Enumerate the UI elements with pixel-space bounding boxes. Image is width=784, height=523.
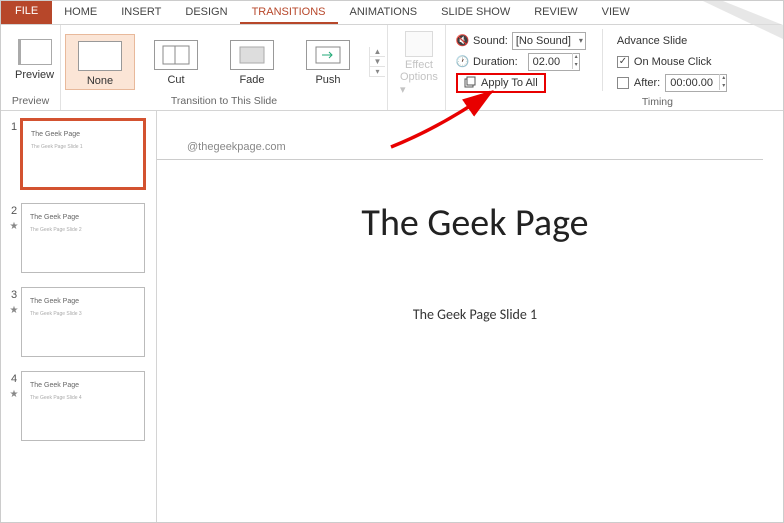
group-label-preview: Preview — [1, 95, 60, 110]
tab-bar: FILE HOME INSERT DESIGN TRANSITIONS ANIM… — [1, 1, 783, 25]
slide-thumbnail-2[interactable]: The Geek Page The Geek Page Slide 2 — [21, 203, 145, 273]
effect-options-label2: Options ▾ — [400, 71, 438, 96]
after-checkbox[interactable] — [617, 77, 629, 89]
star-icon: ★ — [10, 389, 19, 400]
effect-options-icon — [405, 31, 433, 57]
workspace: 1 The Geek Page The Geek Page Slide 1 2 ★… — [1, 111, 783, 522]
tab-slide-show[interactable]: SLIDE SHOW — [429, 1, 522, 24]
thumb-number: 3 — [11, 289, 17, 301]
expand-icon: ▾ — [370, 67, 385, 77]
thumb-title: The Geek Page — [30, 382, 136, 389]
transition-push-label: Push — [315, 74, 340, 86]
group-label-transitions: Transition to This Slide — [61, 95, 387, 110]
thumb-sub: The Geek Page Slide 4 — [30, 395, 136, 401]
thumb-sub: The Geek Page Slide 3 — [30, 311, 136, 317]
slide-thumbnail-1[interactable]: The Geek Page The Geek Page Slide 1 — [21, 119, 145, 189]
preview-label: Preview — [15, 69, 54, 81]
thumb-number: 1 — [11, 121, 17, 133]
transition-fade-label: Fade — [239, 74, 264, 86]
preview-icon — [18, 39, 52, 65]
apply-to-all-button[interactable]: Apply To All — [456, 73, 546, 93]
watermark-text: @thegeekpage.com — [187, 141, 763, 153]
ribbon: Preview Preview None Cut Fade Push — [1, 25, 783, 111]
star-icon: ★ — [10, 221, 19, 232]
thumb-title: The Geek Page — [30, 298, 136, 305]
scroll-up-icon: ▲ — [370, 47, 385, 57]
tab-transitions[interactable]: TRANSITIONS — [240, 1, 338, 24]
duration-spinner[interactable]: 02.00 — [528, 53, 580, 71]
duration-label: Duration: — [473, 56, 518, 68]
transition-none-icon — [78, 41, 122, 71]
effect-options-label1: Effect — [405, 59, 433, 71]
tab-view[interactable]: VIEW — [590, 1, 642, 24]
transition-push[interactable]: Push — [293, 34, 363, 90]
tab-animations[interactable]: ANIMATIONS — [338, 1, 430, 24]
mouse-click-label: On Mouse Click — [634, 56, 712, 68]
thumb-title: The Geek Page — [30, 214, 136, 221]
transition-cut-label: Cut — [167, 74, 184, 86]
transition-cut-icon — [154, 40, 198, 70]
star-icon: ★ — [10, 305, 19, 316]
slide-thumbnail-3[interactable]: The Geek Page The Geek Page Slide 3 — [21, 287, 145, 357]
transition-none-label: None — [87, 75, 113, 87]
scroll-down-icon: ▼ — [370, 57, 385, 67]
transition-fade[interactable]: Fade — [217, 34, 287, 90]
apply-to-all-label: Apply To All — [481, 77, 538, 89]
slide-title[interactable]: The Geek Page — [187, 200, 763, 246]
apply-to-all-icon — [464, 76, 477, 89]
thumb-number: 2 — [11, 205, 17, 217]
slide-thumbnail-4[interactable]: The Geek Page The Geek Page Slide 4 — [21, 371, 145, 441]
sound-icon: 🔇 — [456, 34, 469, 47]
tab-file[interactable]: FILE — [1, 1, 52, 24]
effect-options-button: Effect Options ▾ — [394, 27, 444, 100]
tab-design[interactable]: DESIGN — [173, 1, 239, 24]
group-label-timing: Timing — [446, 96, 783, 111]
tab-insert[interactable]: INSERT — [109, 1, 173, 24]
duration-icon: 🕐 — [456, 55, 469, 68]
thumb-sub: The Geek Page Slide 1 — [31, 144, 135, 150]
transition-push-icon — [306, 40, 350, 70]
sound-dropdown[interactable]: [No Sound] — [512, 32, 586, 50]
slide-editor[interactable]: @thegeekpage.com The Geek Page The Geek … — [157, 111, 783, 522]
tab-home[interactable]: HOME — [52, 1, 109, 24]
thumb-title: The Geek Page — [31, 131, 135, 138]
transition-none[interactable]: None — [65, 34, 135, 90]
thumbnail-panel[interactable]: 1 The Geek Page The Geek Page Slide 1 2 ★… — [1, 111, 157, 522]
thumb-number: 4 — [11, 373, 17, 385]
sound-label: Sound: — [473, 35, 508, 47]
transition-cut[interactable]: Cut — [141, 34, 211, 90]
slide-subtitle[interactable]: The Geek Page Slide 1 — [187, 306, 763, 323]
transition-fade-icon — [230, 40, 274, 70]
thumb-sub: The Geek Page Slide 2 — [30, 227, 136, 233]
tab-review[interactable]: REVIEW — [522, 1, 589, 24]
transition-gallery-more[interactable]: ▲ ▼ ▾ — [369, 47, 385, 77]
preview-button[interactable]: Preview — [7, 35, 62, 85]
slide-canvas[interactable]: The Geek Page The Geek Page Slide 1 — [187, 160, 763, 323]
mouse-click-checkbox[interactable]: ✓ — [617, 56, 629, 68]
after-label: After: — [634, 77, 660, 89]
after-time-spinner[interactable]: 00:00.00 — [665, 74, 727, 92]
